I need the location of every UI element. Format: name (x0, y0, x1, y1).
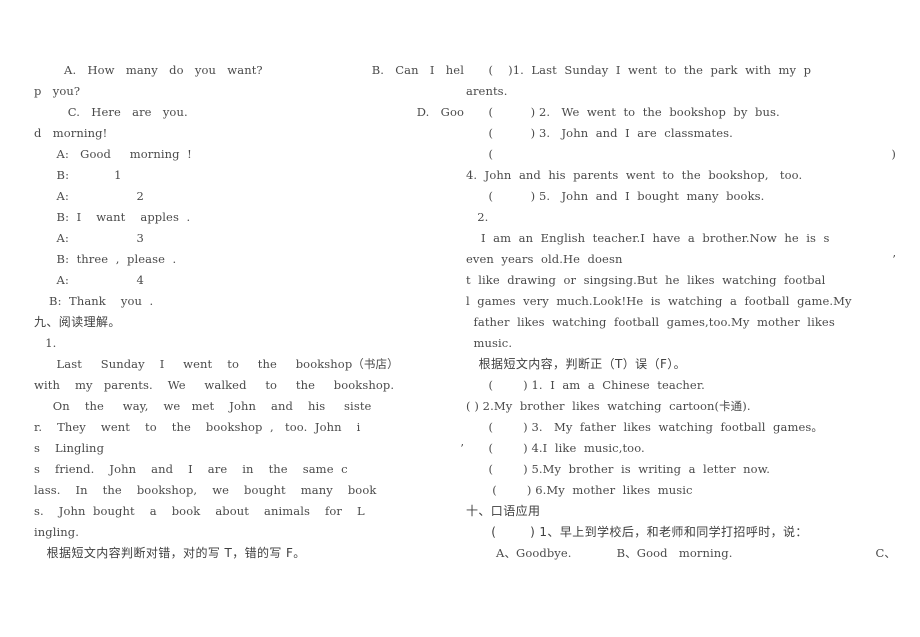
left-text-column: B. Can I hel A. How many do you want? p y… (34, 60, 464, 564)
text-line: ( ) 3. My father likes watching football… (466, 420, 823, 434)
text-line: ) ( (466, 144, 896, 165)
line-main-text: C. Here are you. (34, 105, 188, 119)
text-line: A: 3 (34, 231, 144, 245)
text-line: B: I want apples . (34, 210, 191, 224)
line-right-fragment: D. Goo (416, 105, 464, 119)
line-right-fragment: ’ (892, 252, 896, 266)
text-line: ( ) 2. We went to the bookshop by bus. (466, 105, 780, 119)
text-line: B: 1 (34, 168, 122, 182)
text-line: ( ) 2.My brother likes watching cartoon(… (466, 399, 751, 413)
line-main-text: A、Goodbye. B、Good morning. (466, 546, 733, 560)
text-line: 十、口语应用 (466, 504, 541, 518)
text-line: ( ) 3. John and I are classmates. (466, 126, 733, 140)
text-line: ( ) 1、早上到学校后，和老师和同学打招呼时，说： (466, 525, 808, 539)
text-line: On the way, we met John and his siste (34, 399, 372, 413)
text-line: 根据短文内容，判断正（T）误（F）。 (466, 357, 687, 371)
line-main-text: A. How many do you want? (34, 63, 263, 77)
text-line: s. John bought a book about animals for … (34, 504, 365, 518)
text-line: C、 A、Goodbye. B、Good morning. (466, 543, 896, 564)
text-line: music. (466, 336, 513, 350)
text-line: ( )1. Last Sunday I went to the park wit… (466, 63, 812, 77)
text-line: ’ s Lingling (34, 438, 464, 459)
text-line: 2. (466, 210, 489, 224)
text-line: ( ) 5. John and I bought many books. (466, 189, 765, 203)
text-line: ( ) 6.My mother likes music (466, 483, 693, 497)
text-line: 4. John and his parents went to the book… (466, 168, 803, 182)
right-text-column: ( )1. Last Sunday I went to the park wit… (466, 60, 896, 564)
text-line: d morning! (34, 126, 108, 140)
text-line: 九、阅读理解。 (34, 315, 121, 329)
text-line: ( ) 5.My brother is writing a letter now… (466, 462, 771, 476)
text-line: ( ) 4.I like music,too. (466, 441, 645, 455)
text-line: Last Sunday I went to the bookshop（书店） (34, 357, 399, 371)
text-line: D. Goo C. Here are you. (34, 102, 464, 123)
line-main-text: s Lingling (34, 441, 105, 455)
text-line: A: Good morning ! (34, 147, 192, 161)
text-line: B: three , please . (34, 252, 177, 266)
text-line: p you? (34, 84, 81, 98)
text-line: I am an English teacher.I have a brother… (466, 231, 830, 245)
text-line: 1. (34, 336, 57, 350)
text-line: s friend. John and I are in the same c (34, 462, 348, 476)
text-line: l games very much.Look!He is watching a … (466, 294, 852, 308)
text-line: t like drawing or singsing.But he likes … (466, 273, 826, 287)
text-line: A: 2 (34, 189, 144, 203)
line-right-fragment: ) (891, 147, 896, 161)
text-line: 根据短文内容判断对错，对的写 T，错的写 F。 (34, 546, 306, 560)
text-line: B: Thank you . (34, 294, 154, 308)
text-line: ’ even years old.He doesn (466, 249, 896, 270)
text-line: arents. (466, 84, 508, 98)
text-line: ( ) 1. I am a Chinese teacher. (466, 378, 705, 392)
text-line: B. Can I hel A. How many do you want? (34, 60, 464, 81)
document-page: B. Can I hel A. How many do you want? p y… (0, 0, 920, 637)
text-line: A: 4 (34, 273, 144, 287)
line-main-text: ( (466, 147, 494, 161)
line-main-text: even years old.He doesn (466, 252, 623, 266)
text-line: father likes watching football games,too… (466, 315, 835, 329)
line-right-fragment: C、 (875, 546, 896, 560)
text-line: with my parents. We walked to the booksh… (34, 378, 395, 392)
text-line: ingling. (34, 525, 80, 539)
line-right-fragment: B. Can I hel (371, 63, 464, 77)
text-line: lass. In the bookshop, we bought many bo… (34, 483, 377, 497)
line-right-fragment: ’ (460, 441, 464, 455)
text-line: r. They went to the bookshop , too. John… (34, 420, 361, 434)
